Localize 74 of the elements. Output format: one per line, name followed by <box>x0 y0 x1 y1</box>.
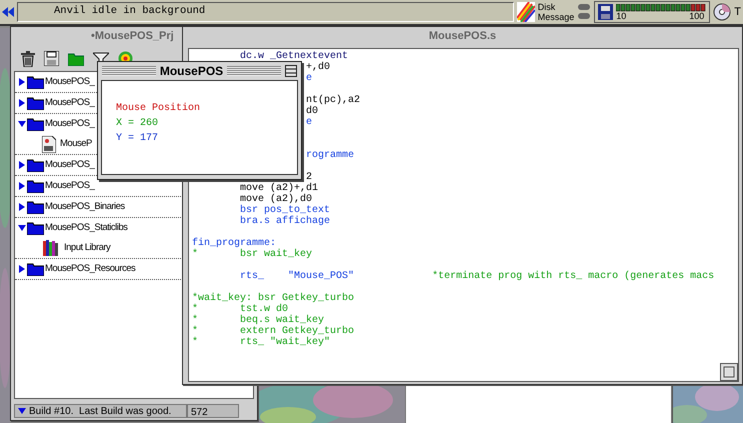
code-text: * beq.s wait_key <box>192 315 324 326</box>
code-text: rogramme <box>306 150 354 161</box>
line-count: 572 <box>187 404 239 418</box>
resize-handle[interactable] <box>720 363 738 381</box>
list-item[interactable]: MouseP <box>60 136 92 152</box>
window-title: •MousePOS_Prj <box>91 29 174 44</box>
folder-icon <box>27 75 44 89</box>
code-text: +,d0 <box>306 62 330 73</box>
toggle-icon[interactable] <box>577 2 592 22</box>
code-text: * rts_ "wait_key" <box>192 337 330 348</box>
list-item[interactable]: Input Library <box>64 240 110 256</box>
folder-icon <box>27 96 44 110</box>
output-text: Y = 177 <box>116 132 160 146</box>
code-text: bra.s affichage <box>240 216 330 227</box>
code-text: e <box>306 73 312 84</box>
zoom-box-icon[interactable] <box>285 65 298 77</box>
code-text: * extern Getkey_turbo <box>192 326 354 337</box>
list-item[interactable]: MousePOS_ <box>45 116 94 132</box>
folder-icon <box>27 179 44 193</box>
meter-label: 100 <box>689 12 704 20</box>
list-item[interactable]: MousePOS_Staticlibs <box>45 220 128 236</box>
rainbow-icon[interactable] <box>516 2 535 22</box>
output-text: Mouse Position <box>116 102 202 116</box>
list-item[interactable]: MousePOS_ <box>45 74 94 90</box>
disclosure-triangle[interactable] <box>18 120 26 128</box>
folder-icon <box>27 200 44 214</box>
window-title: MousePOS <box>160 63 224 80</box>
code-text: bsr pos_to_text <box>240 205 330 216</box>
window-title: MousePOS.s <box>428 29 496 44</box>
disclosure-triangle[interactable] <box>18 224 26 232</box>
code-text: 2 <box>306 172 312 183</box>
code-text: fin_programme: <box>192 238 276 249</box>
code-text: * bsr wait_key <box>192 249 312 260</box>
document-icon <box>42 136 56 152</box>
disclosure-triangle[interactable] <box>18 182 26 190</box>
folder-icon <box>27 158 44 172</box>
meter-label: 10 <box>616 12 626 20</box>
book-icon <box>42 239 60 257</box>
list-item[interactable]: MousePOS_ <box>45 178 94 194</box>
rewind-icon[interactable] <box>2 7 14 17</box>
disclosure-triangle[interactable] <box>18 265 26 273</box>
output-text: X = 260 <box>116 117 160 131</box>
disclosure-triangle[interactable] <box>18 161 26 169</box>
message-label: Message <box>538 12 574 22</box>
folder-icon <box>27 221 44 235</box>
trash-icon[interactable] <box>21 50 35 66</box>
disclosure-triangle[interactable] <box>18 78 26 86</box>
folder-icon[interactable] <box>68 52 84 66</box>
folder-icon <box>27 262 44 276</box>
disk-label: Disk <box>538 2 556 12</box>
code-text: *wait_key: bsr Getkey_turbo <box>192 293 354 304</box>
list-item[interactable]: MousePOS_ <box>45 158 94 172</box>
folder-icon <box>27 117 44 131</box>
cd-icon[interactable] <box>713 3 732 21</box>
code-text: e <box>306 117 312 128</box>
floppy-icon[interactable] <box>44 51 59 66</box>
code-text: *terminate prog with rts_ macro (generates macs <box>432 271 714 282</box>
list-item[interactable]: MousePOS_ <box>45 96 94 110</box>
code-text: * tst.w d0 <box>192 304 288 315</box>
list-item[interactable]: MousePOS_Binaries <box>45 200 125 214</box>
disclosure-triangle[interactable] <box>18 203 26 211</box>
disclosure-triangle[interactable] <box>18 99 26 107</box>
triangle-icon[interactable] <box>18 408 26 414</box>
floppy-icon[interactable] <box>598 4 614 20</box>
code-text: dc.w _Getnextevent <box>240 51 348 62</box>
status-message: Anvil idle in background <box>54 4 206 20</box>
list-item[interactable]: MousePOS_Resources <box>45 262 136 276</box>
code-text: nt(pc),a2 <box>306 95 360 106</box>
code-text: d0 <box>306 106 318 117</box>
code-text: move (a2),d0 <box>240 194 312 205</box>
code-text: move (a2)+,d1 <box>240 183 318 194</box>
code-text: rts_ "Mouse_POS" <box>240 271 354 282</box>
menu-label: T <box>734 4 741 20</box>
build-status: Build #10. Last Build was good. <box>29 404 172 418</box>
